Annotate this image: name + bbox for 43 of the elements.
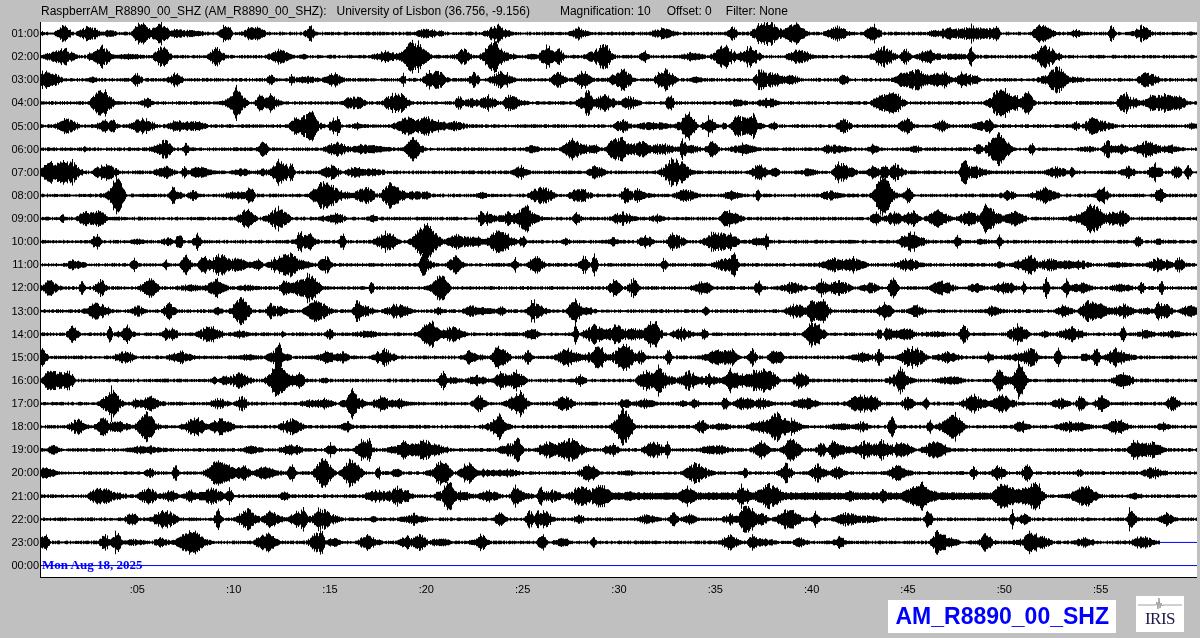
logo: IRIS [1136, 596, 1184, 633]
hour-label: 05:00 [10, 118, 40, 134]
magnification-text: Magnification: 10 [559, 4, 651, 18]
hour-label: 13:00 [10, 303, 40, 319]
hour-label: 23:00 [10, 534, 40, 550]
seismogram-icon [1138, 596, 1182, 611]
hour-label: 19:00 [10, 442, 40, 458]
minute-tick-label: :40 [804, 582, 820, 598]
hour-label: 00:00 [10, 557, 40, 573]
hour-label: 11:00 [11, 257, 40, 273]
hour-label: 09:00 [10, 211, 40, 226]
offset-text: Offset: 0 [666, 4, 712, 18]
hour-label: 07:00 [10, 164, 40, 180]
hour-label: 12:00 [10, 280, 40, 296]
minute-tick-label: :45 [900, 582, 916, 598]
filter-text: Filter: None [725, 4, 788, 18]
minute-tick-label: :35 [707, 582, 723, 598]
hour-label: 15:00 [10, 349, 40, 365]
station-name: RaspberrAM_R8890_00_SHZ (AM_R8890_00_SHZ): [41, 4, 327, 18]
hour-label: 10:00 [10, 234, 40, 250]
hour-label: 20:00 [10, 465, 40, 481]
location-text: University of Lisbon (36.756, -9.156) [336, 4, 530, 18]
minute-tick-label: :20 [418, 582, 434, 598]
hour-label: 16:00 [10, 372, 40, 388]
hour-label: 18:00 [10, 419, 40, 435]
station-label: AM_R8890_00_SHZ [888, 600, 1116, 634]
minute-tick-label: :55 [1093, 582, 1109, 598]
minute-tick-label: :05 [129, 582, 145, 598]
minute-tick-label: :30 [611, 582, 627, 598]
hour-label: 21:00 [10, 488, 40, 504]
minute-tick-label: :10 [226, 582, 242, 598]
hour-label: 14:00 [10, 326, 40, 342]
hour-label: 08:00 [10, 187, 40, 203]
hour-label: 03:00 [10, 72, 40, 88]
hour-label: 06:00 [10, 141, 40, 157]
hour-label: 02:00 [10, 49, 40, 65]
hour-label: 04:00 [10, 95, 40, 111]
hour-label: 01:00 [10, 26, 40, 41]
minute-tick-label: :50 [996, 582, 1012, 598]
minute-tick-label: :15 [322, 582, 338, 598]
minute-tick-label: :25 [515, 582, 531, 598]
hour-label: 17:00 [10, 396, 40, 411]
hour-label: 22:00 [10, 511, 40, 527]
